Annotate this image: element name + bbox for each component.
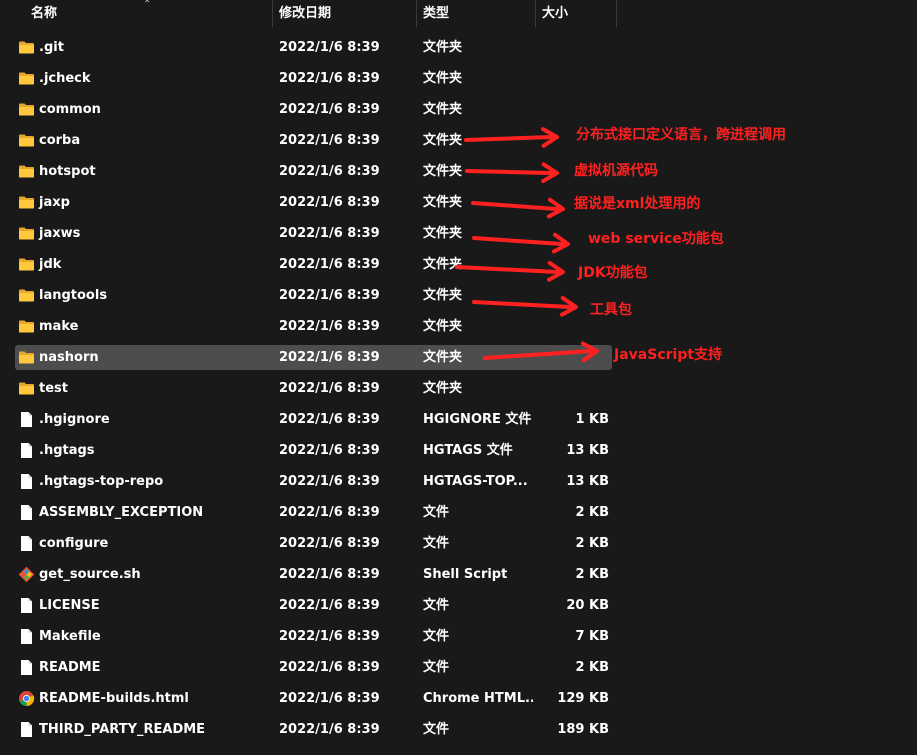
annotation-label-langtools: 工具包 [590,302,632,318]
annotation-label-hotspot: 虚拟机源代码 [574,163,658,179]
annotation-arrow-corba [464,135,553,142]
annotation-arrows [455,127,599,363]
annotation-label-jdk: JDK功能包 [578,265,648,281]
annotation-arrow-langtools [472,300,572,309]
annotation-label-jaxp: 据说是xml处理用的 [574,196,701,212]
annotation-label-nashorn: JavaScript支持 [614,347,723,363]
annotation-arrow-jaxws [472,236,564,246]
annotation-arrow-jaxp [471,201,559,211]
annotation-arrow-nashorn [483,349,593,360]
annotation-arrow-hotspot [465,169,553,175]
annotation-label-jaxws: web service功能包 [588,231,724,247]
annotation-label-corba: 分布式接口定义语言，跨进程调用 [576,127,786,143]
annotation-arrow-jdk [455,265,559,274]
